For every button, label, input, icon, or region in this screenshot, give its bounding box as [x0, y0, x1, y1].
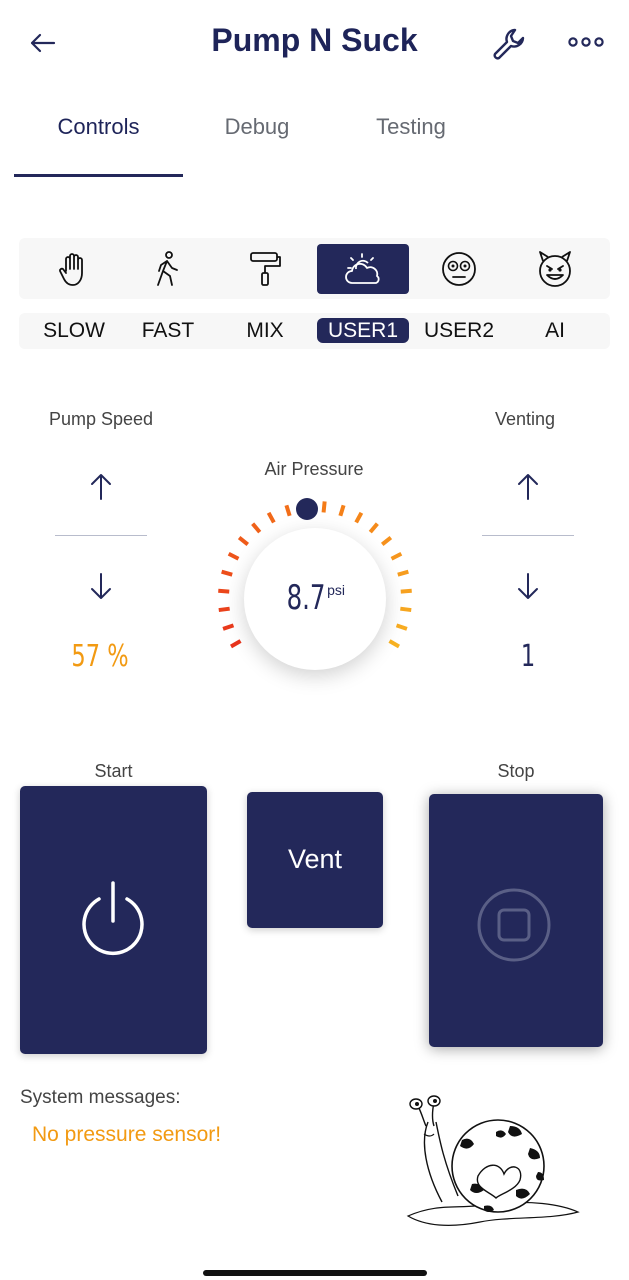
pump-speed-up-icon[interactable]	[81, 467, 121, 507]
gauge-tick	[284, 504, 292, 517]
pump-speed-down-icon[interactable]	[81, 566, 121, 606]
devil-face-icon	[539, 251, 571, 287]
gauge-tick	[395, 623, 408, 631]
air-pressure-label: Air Pressure	[264, 459, 364, 479]
system-messages-label: System messages:	[20, 1087, 181, 1108]
gauge-tick	[390, 551, 403, 561]
gauge-tick	[229, 639, 242, 649]
pump-speed-value: 57 %	[71, 639, 129, 674]
mode-fast-label[interactable]: FAST	[122, 318, 214, 344]
gauge-tick	[237, 535, 250, 546]
gauge-tick	[368, 522, 379, 534]
wrench-icon[interactable]	[488, 22, 532, 66]
tab-testing[interactable]: Testing	[331, 114, 491, 140]
mode-ai-label[interactable]: AI	[509, 318, 601, 344]
power-icon	[82, 881, 144, 956]
stop-icon	[477, 888, 551, 962]
venting-divider	[482, 535, 574, 536]
gauge-knob[interactable]	[296, 498, 318, 520]
air-pressure-gauge: 8.7 psi	[215, 498, 415, 698]
mode-user1-label[interactable]: USER1	[317, 318, 409, 343]
partly-cloudy-icon	[345, 253, 380, 284]
gauge-tick	[388, 639, 401, 649]
hand-icon	[59, 253, 83, 286]
gauge-tick	[222, 623, 235, 631]
venting-down-icon[interactable]	[508, 566, 548, 606]
pump-speed-label: Pump Speed	[48, 409, 154, 429]
gauge-tick	[221, 569, 233, 577]
gauge-tick	[218, 606, 230, 613]
vent-button-label: Vent	[287, 844, 343, 874]
mode-mix-label[interactable]: MIX	[219, 318, 311, 344]
pressure-readout: 8.7 psi	[244, 578, 386, 618]
mode-fast-button[interactable]	[122, 244, 214, 294]
active-tab-indicator	[14, 174, 183, 177]
stop-label: Stop	[497, 761, 535, 781]
vent-button[interactable]: Vent	[247, 792, 383, 928]
pressure-unit: psi	[327, 582, 345, 598]
more-options-icon[interactable]	[566, 30, 606, 54]
start-label: Start	[94, 761, 133, 781]
gauge-tick	[251, 522, 262, 534]
mode-user1-button[interactable]	[317, 244, 409, 294]
venting-value: 1	[520, 639, 536, 674]
gauge-tick	[354, 511, 364, 524]
pump-speed-divider	[55, 535, 147, 536]
stop-button[interactable]	[429, 794, 603, 1047]
gauge-tick	[338, 504, 346, 517]
gauge-tick	[218, 588, 230, 594]
system-message-text: No pressure sensor!	[32, 1123, 222, 1146]
paint-roller-icon	[250, 252, 281, 286]
mode-user2-label[interactable]: USER2	[413, 318, 505, 344]
mode-mix-button[interactable]	[219, 244, 311, 294]
app-title: Pump N Suck	[211, 22, 418, 58]
gauge-tick	[400, 606, 412, 613]
tab-controls[interactable]: Controls	[14, 114, 183, 140]
gauge-tick	[400, 588, 412, 594]
mode-slow-label[interactable]: SLOW	[28, 318, 120, 344]
mode-user2-button[interactable]	[413, 244, 505, 294]
snail-illustration	[406, 1095, 580, 1226]
gauge-tick	[321, 501, 327, 513]
venting-up-icon[interactable]	[508, 467, 548, 507]
gauge-tick	[266, 511, 276, 524]
tab-debug[interactable]: Debug	[183, 114, 331, 140]
venting-label: Venting	[494, 409, 556, 429]
gauge-tick	[397, 569, 409, 577]
mode-ai-button[interactable]	[509, 244, 601, 294]
gauge-tick	[227, 551, 240, 561]
mode-slow-button[interactable]	[28, 244, 120, 294]
pressure-value: 8.7	[286, 578, 326, 618]
dizzy-face-icon	[442, 252, 476, 286]
gauge-tick	[380, 535, 393, 546]
start-button[interactable]	[20, 786, 207, 1054]
walking-icon	[157, 251, 178, 286]
home-indicator	[203, 1270, 427, 1276]
